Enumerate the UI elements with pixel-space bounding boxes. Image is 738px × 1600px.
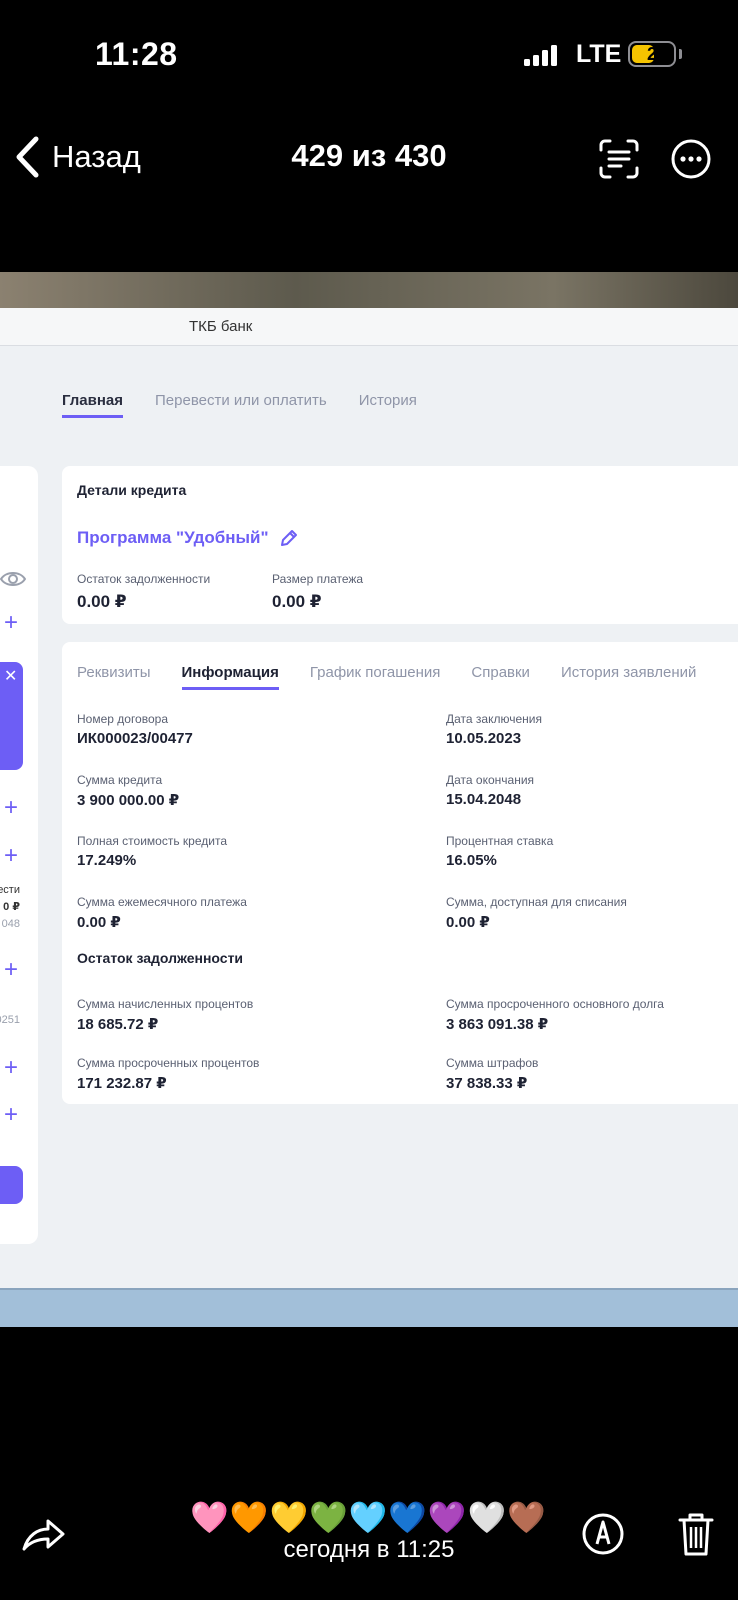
yellow-heart-reaction[interactable]: 💛 (269, 1500, 308, 1536)
overdue-principal-label: Сумма просроченного основного долга (446, 997, 664, 1011)
live-text-icon[interactable] (597, 137, 641, 181)
overdue-interest-label: Сумма просроченных процентов (77, 1056, 260, 1070)
bank-title: ТКБ банк (189, 318, 253, 335)
date-signed-label: Дата заключения (446, 712, 542, 726)
plus-icon[interactable]: + (4, 1056, 18, 1080)
end-date-label: Дата окончания (446, 773, 535, 787)
tab-requisites[interactable]: Реквизиты (77, 664, 151, 690)
credit-sub-tabs: Реквизиты Информация График погашения Сп… (77, 664, 696, 690)
program-name-link[interactable]: Программа "Удобный" (77, 528, 299, 548)
green-heart-reaction[interactable]: 💚 (309, 1500, 348, 1536)
photo-top-strip (0, 272, 738, 308)
available-amount-value: 0.00 ₽ (446, 914, 490, 931)
fines-label: Сумма штрафов (446, 1056, 539, 1070)
debt-value: 0.00 ₽ (77, 592, 127, 611)
payment-label: Размер платежа (272, 572, 364, 586)
overdue-principal-value: 3 863 091.38 ₽ (446, 1016, 549, 1033)
signal-icon (524, 44, 557, 66)
battery-level: 2 (646, 44, 657, 64)
pencil-icon[interactable] (279, 528, 299, 548)
plus-icon[interactable]: + (4, 958, 18, 982)
tab-main[interactable]: Главная (62, 392, 124, 418)
end-date-value: 15.04.2048 (446, 791, 522, 808)
loan-amount-value: 3 900 000.00 ₽ (77, 792, 180, 809)
plus-icon[interactable]: + (4, 844, 18, 868)
more-icon[interactable] (669, 137, 713, 181)
tab-repayment-schedule[interactable]: График погашения (310, 664, 441, 690)
loan-amount-label: Сумма кредита (77, 773, 163, 787)
status-time: 11:28 (95, 36, 178, 72)
brown-heart-reaction[interactable]: 🤎 (507, 1500, 546, 1536)
tab-transfer-pay[interactable]: Перевести или оплатить (155, 392, 327, 418)
interest-rate-label: Процентная ставка (446, 834, 554, 848)
tab-certificates[interactable]: Справки (471, 664, 530, 690)
contract-label: Номер договора (77, 712, 168, 726)
photo-timestamp: сегодня в 11:25 (283, 1536, 455, 1563)
credit-details-card: Детали кредита Программа "Удобный" Остат… (62, 466, 738, 624)
photo-bottom-strip (0, 1288, 738, 1327)
plus-icon[interactable]: + (4, 1103, 18, 1127)
reactions-bar: 🩷 🧡 💛 💚 🩵 💙 💜 🤍 🤎 (0, 1500, 738, 1536)
plus-icon[interactable]: + (4, 796, 18, 820)
orange-heart-reaction[interactable]: 🧡 (230, 1500, 269, 1536)
program-name: Программа "Удобный" (77, 528, 269, 547)
photo-viewer-image[interactable]: ТКБ банк Главная Перевести или оплатить … (0, 272, 738, 1327)
full-cost-label: Полная стоимость кредита (77, 834, 227, 848)
battery-cap (679, 49, 682, 59)
sidebar-text: 0251 (0, 1014, 20, 1026)
tab-application-history[interactable]: История заявлений (561, 664, 696, 690)
fines-value: 37 838.33 ₽ (446, 1075, 528, 1092)
monthly-payment-label: Сумма ежемесячного платежа (77, 895, 247, 909)
sidebar-text: 0 ₽ (3, 901, 20, 913)
debt-label: Остаток задолженности (77, 572, 211, 586)
sidebar-text: ести (0, 884, 20, 896)
payment-value: 0.00 ₽ (272, 592, 322, 611)
credit-info-card: Реквизиты Информация График погашения Сп… (62, 642, 738, 1104)
sidebar-text: 048 (1, 918, 20, 930)
light-blue-heart-reaction[interactable]: 🩵 (349, 1500, 388, 1536)
network-type: LTE (576, 40, 622, 68)
pink-heart-reaction[interactable]: 🩷 (190, 1500, 229, 1536)
trash-icon[interactable] (678, 1511, 714, 1557)
contract-value: ИК000023/00477 (77, 730, 193, 747)
available-amount-label: Сумма, доступная для списания (446, 895, 627, 909)
debt-section-heading: Остаток задолженности (77, 950, 244, 966)
date-signed-value: 10.05.2023 (446, 730, 522, 747)
close-icon[interactable]: ✕ (4, 666, 17, 686)
credit-details-heading: Детали кредита (77, 482, 187, 498)
eye-icon[interactable] (0, 570, 26, 588)
white-heart-reaction[interactable]: 🤍 (468, 1500, 507, 1536)
accrued-interest-value: 18 685.72 ₽ (77, 1016, 159, 1033)
purple-heart-reaction[interactable]: 💜 (428, 1500, 467, 1536)
markup-icon[interactable] (581, 1512, 625, 1556)
interest-rate-value: 16.05% (446, 852, 497, 869)
monthly-payment-value: 0.00 ₽ (77, 914, 121, 931)
sidebar-action-button[interactable] (0, 1166, 23, 1204)
accrued-interest-label: Сумма начисленных процентов (77, 997, 254, 1011)
selected-product-card[interactable]: ✕ (0, 662, 23, 770)
left-sidebar-partial: + ✕ + + ести 0 ₽ 048 + 0251 + + (0, 466, 38, 1244)
tab-information[interactable]: Информация (181, 664, 279, 690)
status-bar: 11:28 LTE 2 (0, 0, 738, 100)
plus-icon[interactable]: + (4, 611, 18, 635)
full-cost-value: 17.249% (77, 852, 137, 869)
browser-title-bar: ТКБ банк (0, 308, 738, 346)
tab-history[interactable]: История (359, 392, 417, 418)
blue-heart-reaction[interactable]: 💙 (388, 1500, 427, 1536)
overdue-interest-value: 171 232.87 ₽ (77, 1075, 167, 1092)
main-nav-tabs: Главная Перевести или оплатить История (62, 392, 417, 418)
battery-icon: 2 (628, 41, 676, 67)
